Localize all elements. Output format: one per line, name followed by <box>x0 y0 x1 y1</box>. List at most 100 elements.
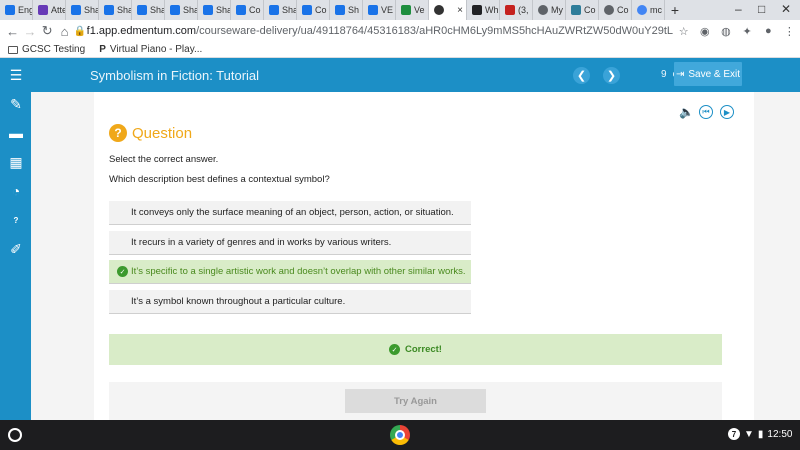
close-window-icon[interactable]: ✕ <box>781 2 791 16</box>
new-tab-button[interactable]: + <box>665 2 685 18</box>
reload-icon[interactable]: ↻ <box>39 23 56 39</box>
menu-icon[interactable]: ⋮ <box>779 25 800 38</box>
classroom-icon <box>236 5 246 15</box>
app-icon <box>571 5 581 15</box>
try-again-panel: Try Again <box>109 382 722 420</box>
question-card: 🔈 ⏮ ▶ ? Question Select the correct answ… <box>94 92 754 420</box>
tool-sidebar: ☰ ✎ ▬ ▦ ◔ ? ✐ <box>0 58 31 420</box>
rewind-icon[interactable]: ⏮ <box>699 105 713 119</box>
docs-icon <box>203 5 213 15</box>
bookmarks-bar: GCSC Testing P Virtual Piano - Play... <box>0 42 800 58</box>
browser-tab[interactable]: Sh <box>330 0 363 20</box>
folder-icon[interactable]: ▬ <box>7 124 25 142</box>
browser-tab[interactable]: Co <box>231 0 264 20</box>
extension-shield-icon[interactable]: ◉ <box>694 25 715 38</box>
question-header: ? Question <box>109 124 192 142</box>
browser-tab[interactable]: Sha <box>132 0 165 20</box>
folder-icon <box>8 45 18 54</box>
globe-icon <box>538 5 548 15</box>
forms-icon <box>38 5 48 15</box>
checkmark-icon: ✓ <box>389 344 401 355</box>
address-bar-row: ← → ↻ ⌂ 🔒 f1.app.edmentum.com/courseware… <box>0 20 800 42</box>
play-icon[interactable]: ▶ <box>720 105 734 119</box>
speaker-icon[interactable]: 🔈 <box>679 105 694 119</box>
battery-icon: ▮ <box>757 428 764 440</box>
profile-icon[interactable]: ● <box>758 25 779 37</box>
question-heading: Question <box>132 124 193 142</box>
wifi-icon: ▼ <box>744 428 754 440</box>
docs-icon <box>71 5 81 15</box>
docs-icon <box>368 5 378 15</box>
bookmark-virtual-piano[interactable]: P Virtual Piano - Play... <box>99 44 202 55</box>
highlighter-icon[interactable]: ✐ <box>7 240 25 258</box>
docs-icon <box>335 5 345 15</box>
puzzle-icon[interactable]: ✦ <box>737 25 758 38</box>
maximize-icon[interactable]: □ <box>758 2 765 16</box>
forward-icon[interactable]: → <box>21 24 38 39</box>
piano-icon: P <box>99 44 106 55</box>
brainly-icon <box>472 5 482 15</box>
browser-tab[interactable]: Eng <box>0 0 33 20</box>
exit-icon: ⇥ <box>675 68 685 80</box>
browser-tab[interactable]: My <box>533 0 566 20</box>
browser-tab[interactable]: VE <box>363 0 396 20</box>
minimize-icon[interactable]: – <box>735 2 742 16</box>
docs-icon <box>5 5 15 15</box>
answer-option-correct[interactable]: ✓ It’s specific to a single artistic work… <box>109 260 471 284</box>
bookmark-gcsc[interactable]: GCSC Testing <box>8 44 85 55</box>
help-icon[interactable]: ? <box>7 211 25 229</box>
docs-icon <box>137 5 147 15</box>
next-page-button[interactable]: ❯ <box>603 67 620 84</box>
lock-icon[interactable]: 🔒 <box>73 26 86 37</box>
chrome-icon[interactable] <box>390 425 410 445</box>
browser-tab[interactable]: Sha <box>264 0 297 20</box>
home-icon[interactable]: ⌂ <box>56 24 73 39</box>
notification-badge: 7 <box>728 428 740 440</box>
browser-tab[interactable]: Sha <box>66 0 99 20</box>
question-mark-icon: ? <box>109 124 127 142</box>
back-icon[interactable]: ← <box>4 24 21 39</box>
os-shelf: 7 ▼ ▮ 12:50 <box>0 420 800 450</box>
loading-icon <box>604 5 614 15</box>
feedback-text: Correct! <box>405 344 442 355</box>
browser-tab[interactable]: Co <box>566 0 599 20</box>
google-icon <box>637 5 647 15</box>
browser-tab[interactable]: Sha <box>198 0 231 20</box>
question-prompt: Which description best defines a context… <box>109 174 330 185</box>
browser-tab[interactable]: Co <box>599 0 632 20</box>
status-tray[interactable]: 7 ▼ ▮ 12:50 <box>728 428 792 440</box>
list-icon[interactable]: ☰ <box>7 66 25 84</box>
browser-tab[interactable]: Sha <box>165 0 198 20</box>
close-tab-icon[interactable]: × <box>457 5 466 16</box>
save-exit-button[interactable]: ⇥ Save & Exit <box>674 62 742 86</box>
instruction-text: Select the correct answer. <box>109 154 219 165</box>
docs-icon <box>269 5 279 15</box>
star-icon[interactable]: ☆ <box>673 25 694 38</box>
browser-tab[interactable]: Wh <box>467 0 500 20</box>
answer-option[interactable]: It’s a symbol known throughout a particu… <box>109 290 471 314</box>
notes-icon[interactable]: ✎ <box>7 95 25 113</box>
lesson-title: Symbolism in Fiction: Tutorial <box>90 68 260 83</box>
browser-tab[interactable]: (3, <box>500 0 533 20</box>
url-field[interactable]: f1.app.edmentum.com/courseware-delivery/… <box>87 25 673 37</box>
browser-tab-active[interactable]: × <box>429 0 467 20</box>
answer-option[interactable]: It recurs in a variety of genres and in … <box>109 231 471 255</box>
browser-tab-strip: Eng Atte Sha Sha Sha Sha Sha Co Sha Co S… <box>0 0 800 20</box>
edmentum-icon <box>401 5 411 15</box>
try-again-button[interactable]: Try Again <box>345 389 486 413</box>
launcher-icon[interactable] <box>8 428 22 442</box>
clock: 12:50 <box>767 428 793 440</box>
classroom-icon <box>302 5 312 15</box>
browser-tab[interactable]: mc <box>632 0 665 20</box>
extension-eye-icon[interactable]: ◍ <box>715 25 736 38</box>
browser-tab[interactable]: Ve <box>396 0 429 20</box>
answer-option[interactable]: It conveys only the surface meaning of a… <box>109 201 471 225</box>
browser-tab[interactable]: Sha <box>99 0 132 20</box>
previous-page-button[interactable]: ❮ <box>573 67 590 84</box>
calculator-icon[interactable]: ▦ <box>7 153 25 171</box>
browser-tab[interactable]: Co <box>297 0 330 20</box>
audio-head-icon[interactable]: ◔ <box>7 182 25 200</box>
edmentum-icon <box>434 5 444 15</box>
browser-tab[interactable]: Atte <box>33 0 66 20</box>
docs-icon <box>170 5 180 15</box>
